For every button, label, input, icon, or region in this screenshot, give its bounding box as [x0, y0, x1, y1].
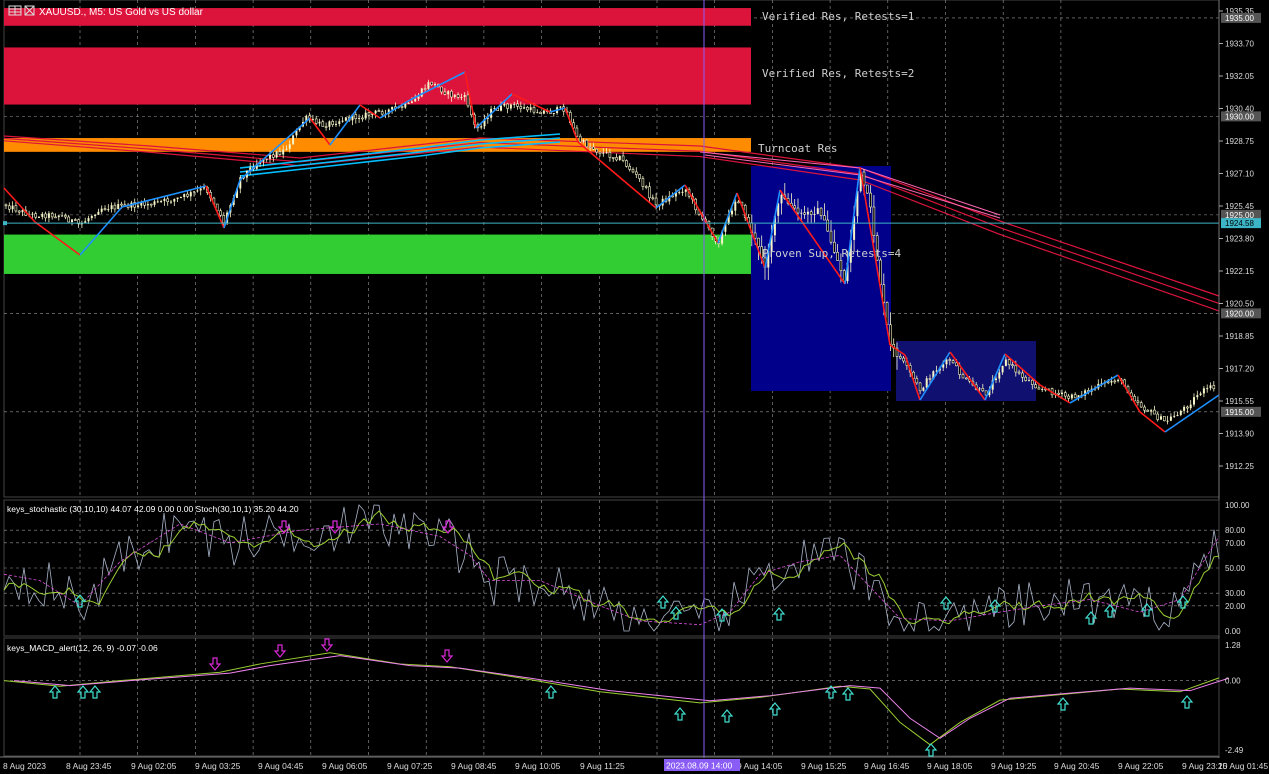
price-tick-label: 1933.70 — [1225, 40, 1254, 49]
time-tick-label: 9 Aug 08:45 — [451, 761, 497, 771]
price-tick-label: 1920.50 — [1225, 300, 1254, 309]
price-tick-label: 1915.55 — [1225, 397, 1254, 406]
time-tick-label: 10 Aug 01:45 — [1218, 761, 1268, 771]
time-tick-label: 9 Aug 18:05 — [927, 761, 973, 771]
zone-2 — [4, 47, 751, 105]
crosshair-time-label: 2023.08.09 14:00 — [664, 759, 740, 771]
price-tick-label: 1925.45 — [1225, 202, 1254, 211]
time-tick-label: 9 Aug 19:25 — [991, 761, 1037, 771]
zone-label-2: Verified Res, Retests=2 — [762, 67, 914, 80]
price-marker-label: 1920.00 — [1225, 309, 1254, 318]
macd-level-label: -2.49 — [1225, 746, 1244, 755]
price-marker-label: 1935.00 — [1225, 14, 1254, 23]
time-tick-label: 9 Aug 03:25 — [195, 761, 241, 771]
time-tick-label: 9 Aug 10:05 — [515, 761, 561, 771]
macd-label: keys_MACD_alert(12, 26, 9) -0.07 -0.06 — [7, 643, 158, 653]
stochastic-label: keys_stochastic (30,10,10) 44.07 42.09 0… — [7, 504, 299, 514]
zone-label-1: Verified Res, Retests=1 — [762, 10, 914, 23]
stochastic-level-label: 100.00 — [1225, 501, 1250, 510]
price-marker-label: 1924.58 — [1225, 219, 1254, 228]
time-tick-label: 9 Aug 15:25 — [801, 761, 847, 771]
svg-text:2023.08.09 14:00: 2023.08.09 14:00 — [666, 761, 732, 771]
time-tick-label: 9 Aug 04:45 — [258, 761, 304, 771]
price-tick-label: 1922.15 — [1225, 267, 1254, 276]
price-tick-label: 1932.05 — [1225, 72, 1254, 81]
price-tick-label: 1928.75 — [1225, 137, 1254, 146]
price-tick-label: 1927.10 — [1225, 170, 1254, 179]
zone-label-3: Turncoat Res — [758, 142, 837, 155]
time-tick-label: 9 Aug 14:05 — [737, 761, 783, 771]
stochastic-level-label: 30.00 — [1225, 589, 1246, 598]
price-tick-label: 1913.90 — [1225, 430, 1254, 439]
time-tick-label: 9 Aug 02:05 — [131, 761, 177, 771]
time-tick-label: 8 Aug 23:45 — [66, 761, 112, 771]
time-tick-label: 9 Aug 11:25 — [580, 761, 625, 771]
zone-label-4: Proven Sup, Retests=4 — [762, 247, 901, 260]
macd-level-label: 0.00 — [1225, 677, 1241, 686]
stochastic-level-label: 20.00 — [1225, 602, 1246, 611]
symbol-title: XAUUSD., M5: US Gold vs US dollar — [39, 7, 204, 18]
time-tick-label: 9 Aug 06:05 — [322, 761, 368, 771]
time-tick-label: 9 Aug 07:25 — [387, 761, 433, 771]
time-tick-label: 9 Aug 22:05 — [1118, 761, 1164, 771]
time-tick-label: 9 Aug 16:45 — [864, 761, 910, 771]
zone-4 — [4, 234, 751, 274]
stochastic-level-label: 0.00 — [1225, 627, 1241, 636]
price-tick-label: 1917.20 — [1225, 365, 1254, 374]
price-tick-label: 1918.85 — [1225, 332, 1254, 341]
macd-level-label: 1.28 — [1225, 641, 1241, 650]
chart-title: XAUUSD., M5: US Gold vs US dollar — [8, 5, 204, 18]
time-tick-label: 8 Aug 2023 — [3, 761, 46, 771]
stochastic-level-label: 80.00 — [1225, 526, 1246, 535]
stochastic-level-label: 70.00 — [1225, 539, 1246, 548]
time-tick-label: 9 Aug 20:45 — [1054, 761, 1100, 771]
price-tick-label: 1923.80 — [1225, 235, 1254, 244]
price-marker-label: 1915.00 — [1225, 408, 1254, 417]
price-marker-label: 1930.00 — [1225, 112, 1254, 121]
stochastic-level-label: 50.00 — [1225, 564, 1246, 573]
trading-chart-window[interactable]: Verified Res, Retests=1 Verified Res, Ret… — [0, 0, 1269, 774]
price-tick-label: 1912.25 — [1225, 462, 1254, 471]
